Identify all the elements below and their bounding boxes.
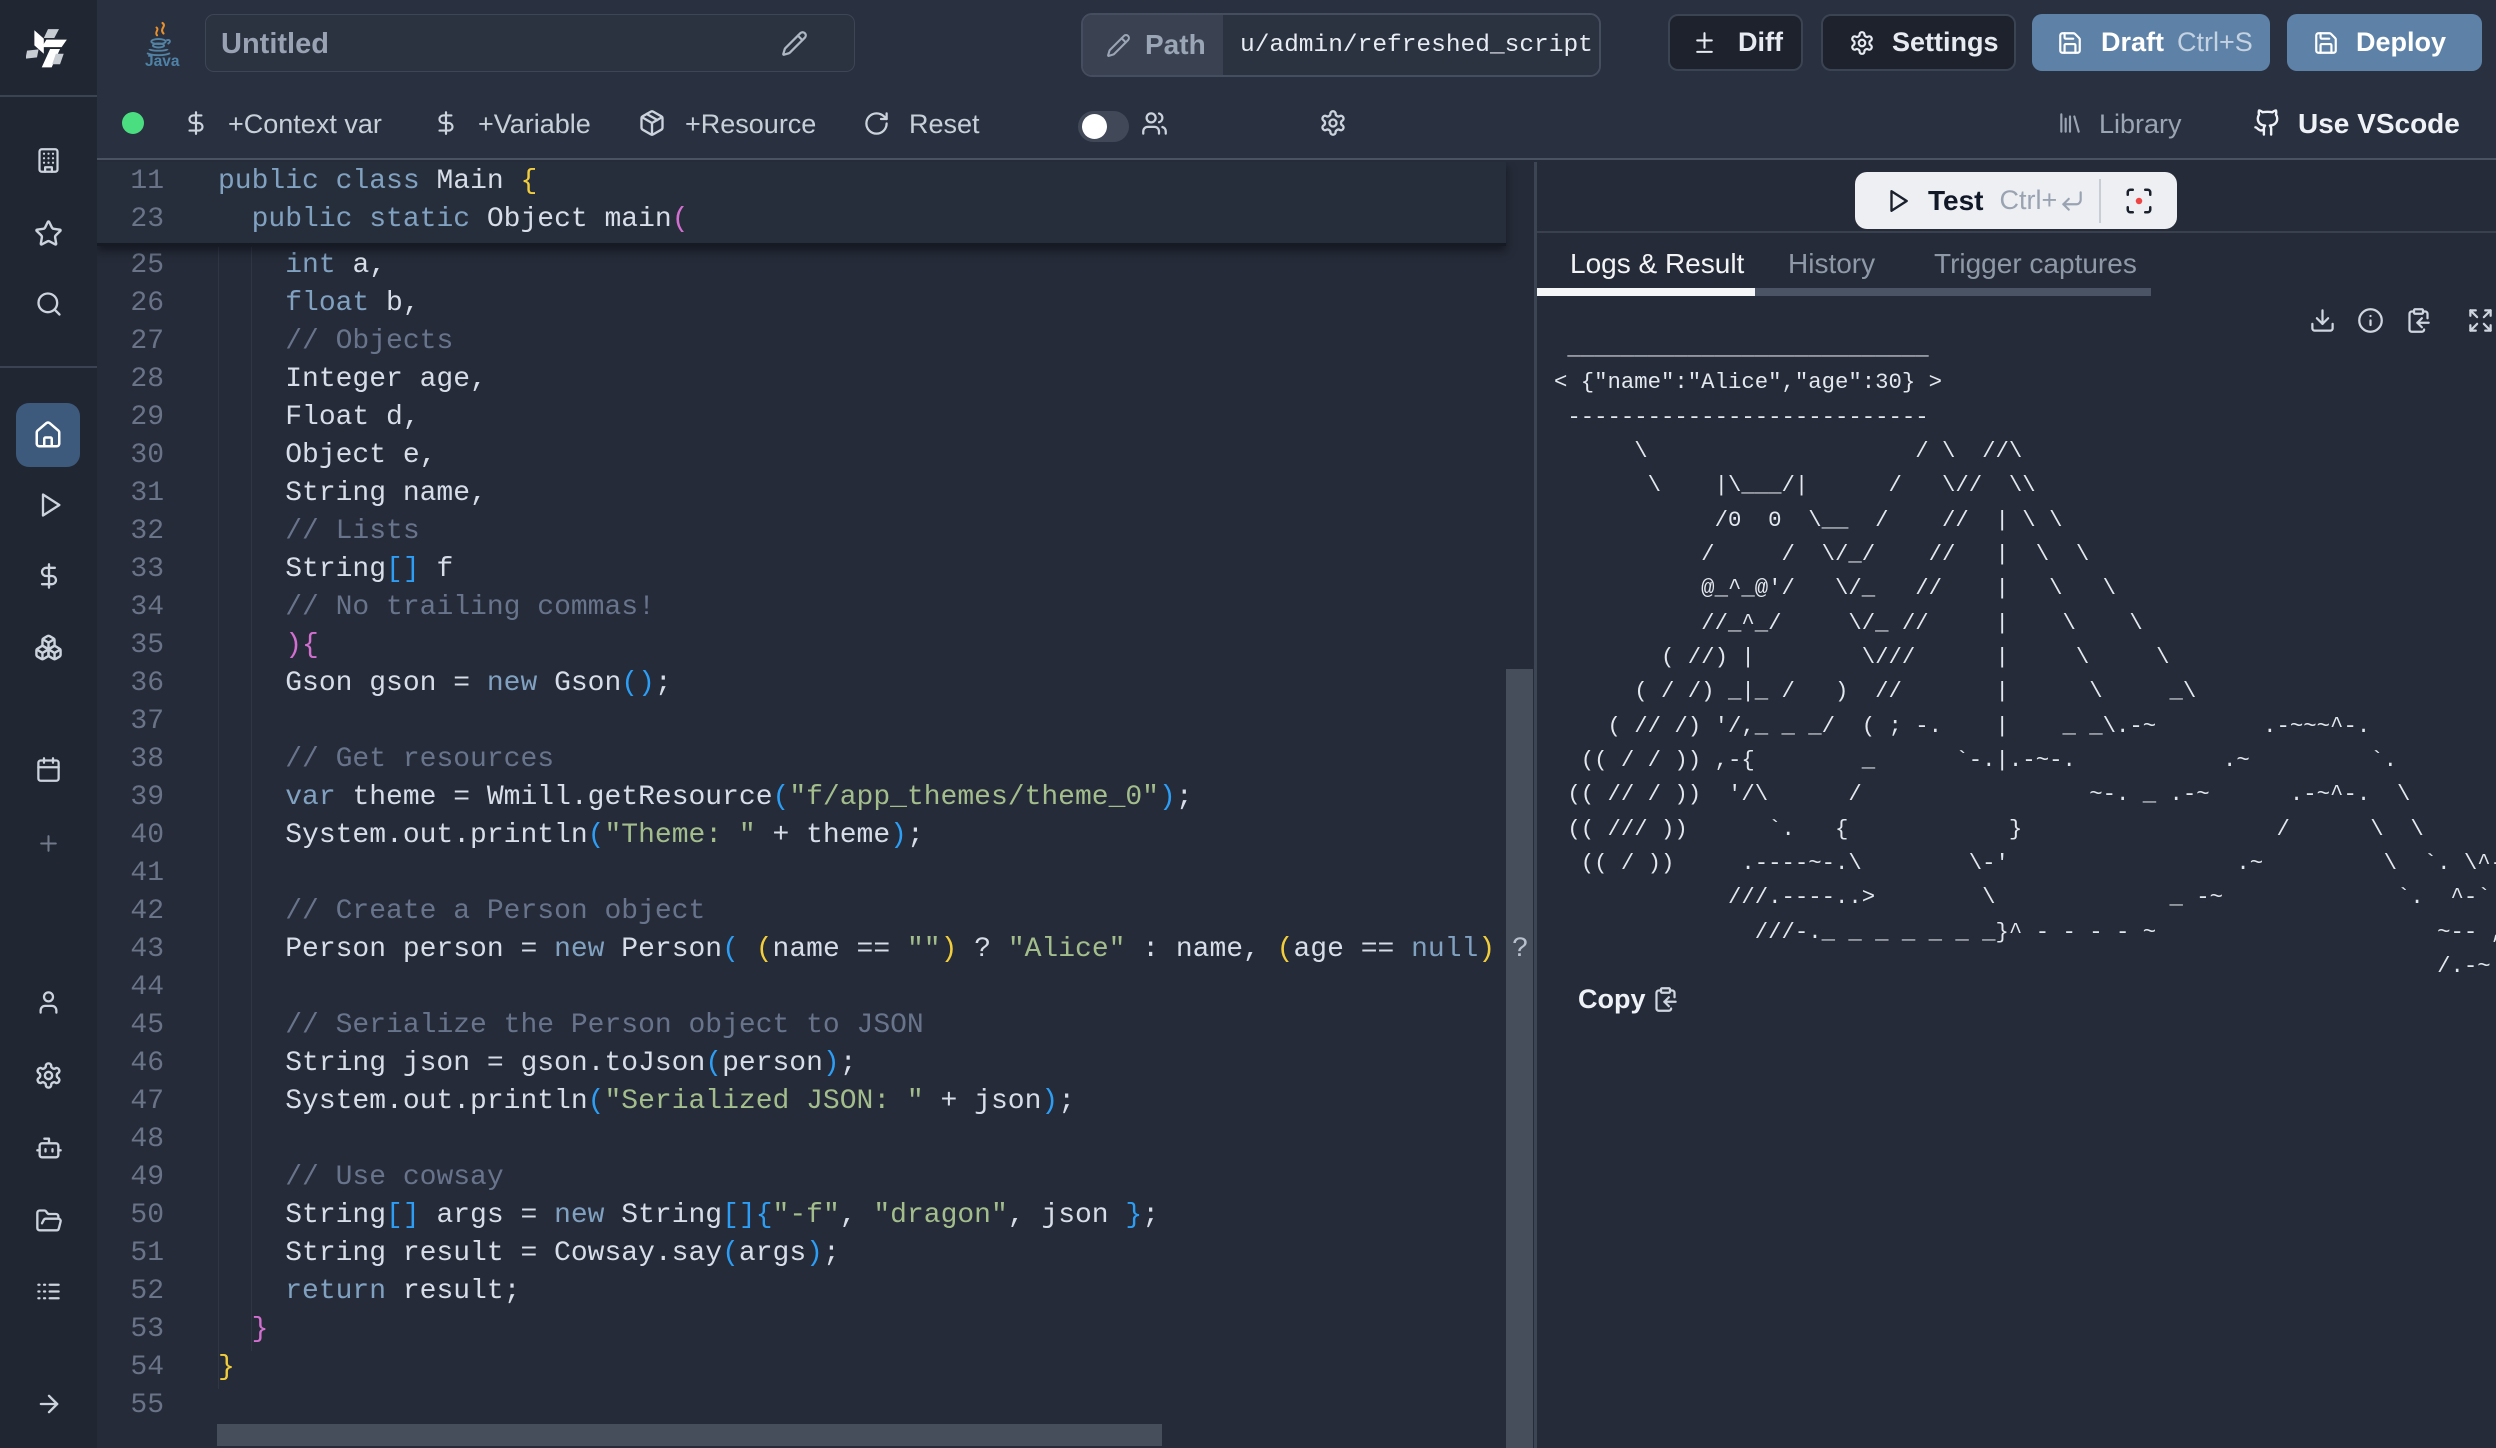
svg-text:Java: Java [145, 53, 180, 67]
